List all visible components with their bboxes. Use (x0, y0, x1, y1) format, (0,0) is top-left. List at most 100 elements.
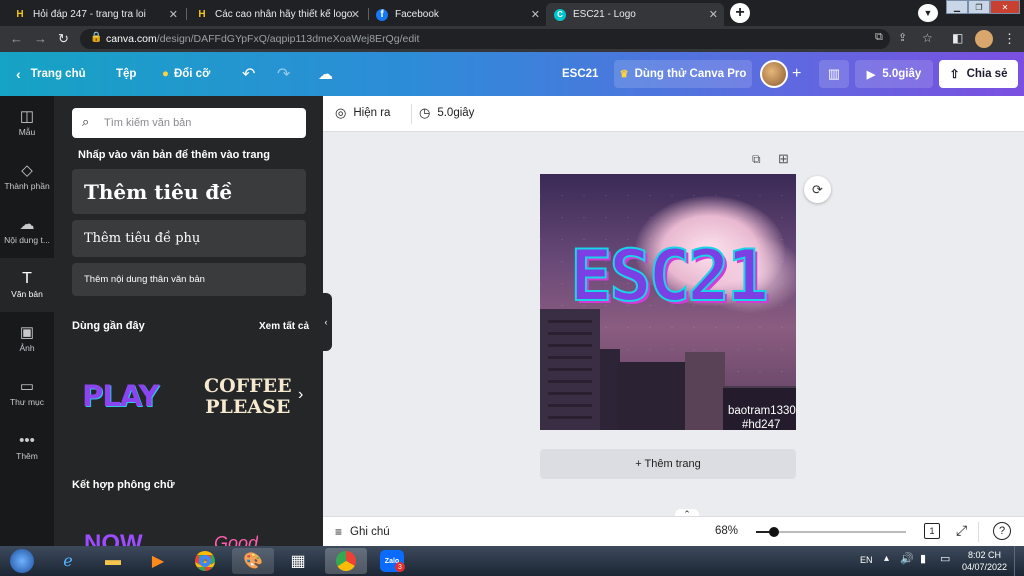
add-subheading-button[interactable]: Thêm tiêu đề phụ (72, 220, 306, 257)
zalo-icon[interactable]: Zalo 3 (371, 548, 413, 574)
menu-kebab-icon[interactable]: ⋮ (1003, 31, 1016, 47)
share-page-icon[interactable]: ⇪ (898, 31, 907, 44)
cloud-saved-icon[interactable]: ☁ (318, 52, 333, 96)
recent-text-style-play[interactable]: PLAY (82, 379, 159, 413)
browser-tab-hoidap[interactable]: H Hỏi đáp 247 - trang tra loi ✕ (6, 3, 184, 26)
tab-title: Hỏi đáp 247 - trang tra loi (33, 9, 146, 20)
left-nav-rail: ◫ Mẫu ◇ Thành phần ☁ Nội dung t... T Văn… (0, 96, 54, 546)
close-icon[interactable]: ✕ (709, 8, 718, 21)
close-icon[interactable]: ✕ (169, 8, 178, 21)
see-all-link[interactable]: Xem tất cả (259, 321, 309, 332)
share-label: Chia sẻ (966, 68, 1008, 80)
rail-item-uploads[interactable]: ☁ Nội dung t... (0, 204, 54, 258)
credit-text[interactable]: baotram1330 #hd247 (728, 404, 796, 430)
internet-explorer-icon[interactable]: ℯ (48, 548, 88, 574)
duration-button[interactable]: ◷ 5.0giây (419, 105, 474, 121)
browser-tab-facebook[interactable]: f Facebook ✕ (368, 3, 546, 26)
rail-item-templates[interactable]: ◫ Mẫu (0, 96, 54, 150)
analytics-bar-chart-icon[interactable]: ▥ (819, 60, 849, 88)
zoom-slider-thumb[interactable] (769, 527, 779, 537)
page-count-badge[interactable]: 1 (924, 523, 940, 539)
font-combo-good[interactable]: Good (214, 530, 258, 546)
chrome-active-icon[interactable] (325, 548, 367, 574)
resize-label: Đổi cỡ (173, 68, 211, 80)
chevron-right-icon[interactable]: › (298, 386, 303, 404)
close-window-button[interactable]: ✕ (990, 0, 1020, 14)
redo-icon[interactable]: ↷ (277, 52, 290, 96)
url-path: /design/DAFFdGYpFxQ/aqpip113dmeXoaWej8Er… (156, 33, 420, 45)
network-icon[interactable]: ▮ (920, 552, 926, 565)
file-explorer-icon[interactable]: ▬ (93, 548, 133, 574)
media-player-icon[interactable]: ▶ (138, 548, 178, 574)
install-icon[interactable]: ⧉ (875, 31, 883, 44)
url-field[interactable]: 🔒 canva.com/design/DAFFdGYpFxQ/aqpip113d… (80, 29, 890, 49)
resize-button[interactable]: ● Đổi cỡ (162, 52, 210, 96)
design-title[interactable]: ESC21 (562, 52, 598, 96)
profile-avatar-icon[interactable] (975, 30, 993, 48)
tab-title: Facebook (395, 9, 439, 20)
rail-item-elements[interactable]: ◇ Thành phần (0, 150, 54, 204)
add-page-button[interactable]: + Thêm trang (540, 449, 796, 479)
play-button[interactable]: ▶ 5.0giây (855, 60, 933, 88)
add-page-icon[interactable]: ⊞ (778, 151, 789, 167)
rail-item-more[interactable]: ••• Thêm (0, 420, 54, 474)
forward-arrow-icon[interactable]: → (34, 31, 47, 46)
upload-share-icon: ⇧ (949, 67, 960, 81)
rail-item-text[interactable]: T Văn bản (0, 258, 54, 312)
animate-button[interactable]: ◎ Hiện ra (335, 105, 390, 121)
tab-search-chevron-icon[interactable]: ▼ (918, 4, 938, 22)
logo-text[interactable]: ESC21 (540, 235, 796, 317)
zoom-percentage[interactable]: 68% (715, 525, 738, 537)
add-body-text-button[interactable]: Thêm nội dung thân văn bản (72, 263, 306, 296)
close-icon[interactable]: ✕ (531, 8, 540, 21)
bookmark-star-icon[interactable]: ☆ (922, 31, 933, 45)
rail-item-folders[interactable]: ▭ Thư mục (0, 366, 54, 420)
start-button[interactable] (2, 548, 42, 574)
add-collaborator-icon[interactable]: + (792, 52, 801, 96)
windows-taskbar: ℯ ▬ ▶ 🎨 ▦ Zalo 3 EN ▴ 🔊 ▮ ▭ 8:02 CH 04/0… (0, 546, 1024, 576)
share-button[interactable]: ⇧ Chia sẻ (939, 60, 1018, 88)
notes-button[interactable]: ≡ Ghi chú (335, 525, 390, 539)
collapse-panel-handle[interactable]: ‹ (320, 293, 332, 351)
tray-chevron-icon[interactable]: ▴ (884, 553, 889, 564)
app-icon[interactable]: ▦ (278, 548, 318, 574)
restore-window-button[interactable]: ❐ (968, 0, 990, 14)
duplicate-page-icon[interactable]: ⧉ (752, 152, 761, 167)
crown-icon: ● (162, 68, 169, 80)
help-icon[interactable]: ? (993, 522, 1011, 540)
battery-icon[interactable]: ▭ (940, 552, 950, 565)
minimize-window-button[interactable]: ▁ (946, 0, 968, 14)
text-search-input[interactable]: ⌕ Tìm kiếm văn bản (72, 108, 306, 138)
browser-tab-logo-question[interactable]: H Các cao nhân hãy thiết kế logo E ✕ (188, 3, 366, 26)
recent-text-style-coffee[interactable]: COFFEE PLEASE (204, 376, 292, 418)
add-heading-button[interactable]: Thêm tiêu đề (72, 169, 306, 214)
volume-icon[interactable]: 🔊 (900, 552, 914, 565)
home-button[interactable]: ‹ Trang chủ (16, 52, 86, 96)
try-pro-label: Dùng thử Canva Pro (634, 68, 747, 80)
show-desktop-button[interactable] (1014, 546, 1024, 576)
folder-icon: ▭ (19, 378, 35, 395)
rail-item-photos[interactable]: ▣ Ảnh (0, 312, 54, 366)
design-page[interactable]: ESC21 baotram1330 #hd247 (540, 174, 796, 430)
text-panel: ⌕ Tìm kiếm văn bản Nhấp vào văn bản để t… (54, 96, 323, 546)
back-arrow-icon[interactable]: ← (10, 31, 23, 46)
font-combo-now[interactable]: NOW (84, 526, 143, 546)
try-pro-button[interactable]: ♛ Dùng thử Canva Pro (614, 60, 752, 88)
chrome-icon[interactable] (185, 548, 225, 574)
reload-icon[interactable]: ↻ (58, 31, 69, 47)
new-tab-button[interactable]: + (730, 3, 750, 23)
paint-icon[interactable]: 🎨 (232, 548, 274, 574)
clock[interactable]: 8:02 CH 04/07/2022 (962, 549, 1007, 573)
crown-icon: ♛ (619, 68, 629, 80)
fullscreen-icon[interactable]: ⤢ (956, 522, 967, 539)
undo-icon[interactable]: ↶ (242, 52, 255, 96)
user-avatar[interactable] (760, 60, 788, 88)
file-menu-button[interactable]: Tệp (116, 52, 136, 96)
zoom-slider[interactable] (756, 527, 906, 537)
browser-tab-canva[interactable]: C ESC21 - Logo ✕ (546, 3, 724, 26)
refresh-suggestions-icon[interactable]: ⟳ (804, 176, 831, 203)
sidebar-icon[interactable]: ◧ (952, 31, 963, 45)
recent-section-title: Dùng gần đây (72, 320, 145, 332)
close-icon[interactable]: ✕ (351, 8, 360, 21)
language-indicator[interactable]: EN (860, 555, 873, 565)
